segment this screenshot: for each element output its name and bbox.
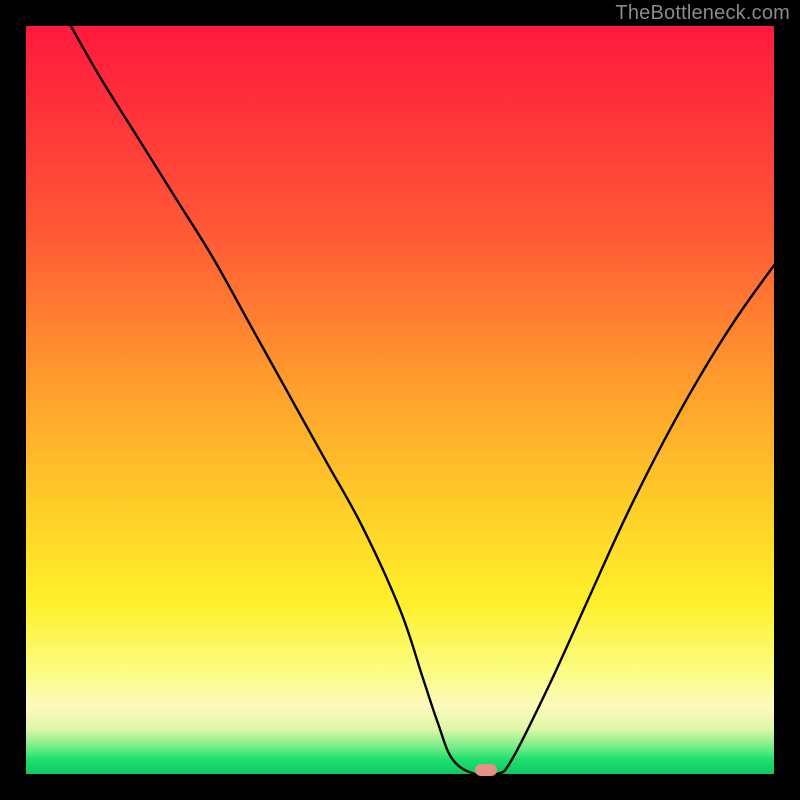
bottleneck-curve [26,26,774,774]
chart-frame: TheBottleneck.com [0,0,800,800]
plot-area [26,26,774,774]
watermark-label: TheBottleneck.com [615,2,790,25]
optimal-marker [475,764,497,776]
